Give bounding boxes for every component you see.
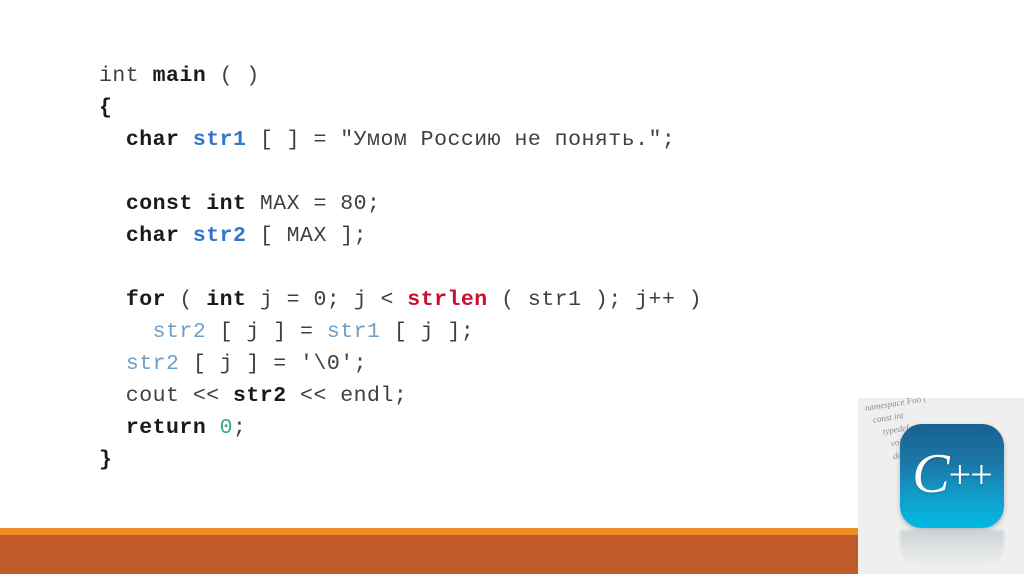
cpp-logo-tile: C++ [900, 424, 1004, 528]
code-line: const int MAX = 80; [99, 188, 859, 220]
code-token: { [99, 96, 113, 120]
accent-bar-dark [0, 535, 858, 574]
code-token: } [99, 448, 113, 472]
code-token: j = 0; j < [246, 288, 408, 312]
code-line: return 0; [99, 412, 859, 444]
code-token: ( str1 ); j++ ) [487, 288, 703, 312]
code-line: { [99, 92, 859, 124]
code-token: [ j ]; [380, 320, 475, 344]
code-line: for ( int j = 0; j < strlen ( str1 ); j+… [99, 284, 859, 316]
code-line: char str2 [ MAX ]; [99, 220, 859, 252]
cpp-logo-glyph: C++ [912, 443, 993, 505]
code-line: } [99, 444, 859, 476]
cpp-logo-reflection [900, 530, 1004, 566]
code-token: str1 [192, 128, 247, 152]
code-token: return [125, 416, 207, 440]
code-token: cout << [99, 384, 234, 408]
code-token: for [125, 288, 167, 312]
code-token: [ j ] = [206, 320, 327, 344]
code-token: MAX = 80; [246, 192, 381, 216]
code-token: str1 [326, 320, 381, 344]
cpp-logo-plus-plus: ++ [948, 452, 993, 497]
code-token: str2 [192, 224, 247, 248]
code-token: [ j ] = '\0'; [179, 352, 368, 376]
accent-bar-light [0, 528, 858, 535]
code-token: [ ] = "Умом Россию не понять."; [246, 128, 676, 152]
code-line: str2 [ j ] = str1 [ j ]; [99, 316, 859, 348]
code-token: strlen [407, 288, 488, 312]
code-token: 0 [219, 416, 234, 440]
code-line: int main ( ) [99, 60, 859, 92]
code-token: str2 [233, 384, 287, 408]
code-listing: int main ( ) { char str1 [ ] = "Умом Росс… [99, 60, 859, 476]
cpp-logo-letter-c: C [912, 443, 949, 505]
bottom-accent-bar [0, 528, 858, 574]
code-token: main [152, 64, 207, 88]
code-token: char [125, 224, 180, 248]
code-line: str2 [ j ] = '\0'; [99, 348, 859, 380]
code-token: str2 [152, 320, 207, 344]
code-token: [ MAX ]; [246, 224, 368, 248]
code-token: ( [166, 288, 207, 312]
cpp-logo-panel: namespace Foo {const inttypedefvoid f(do… [858, 398, 1024, 574]
code-token: ; [233, 416, 247, 440]
code-token: str2 [125, 352, 180, 376]
code-line: char str1 [ ] = "Умом Россию не понять."… [99, 124, 859, 156]
code-token: << endl; [286, 384, 408, 408]
code-line: cout << str2 << endl; [99, 380, 859, 412]
code-token: ( ) [206, 64, 260, 88]
slide-canvas: int main ( ) { char str1 [ ] = "Умом Росс… [0, 0, 1024, 574]
code-token: int [99, 64, 153, 88]
code-token: char [125, 128, 180, 152]
code-token: const int [125, 192, 247, 216]
code-token: int [206, 288, 247, 312]
